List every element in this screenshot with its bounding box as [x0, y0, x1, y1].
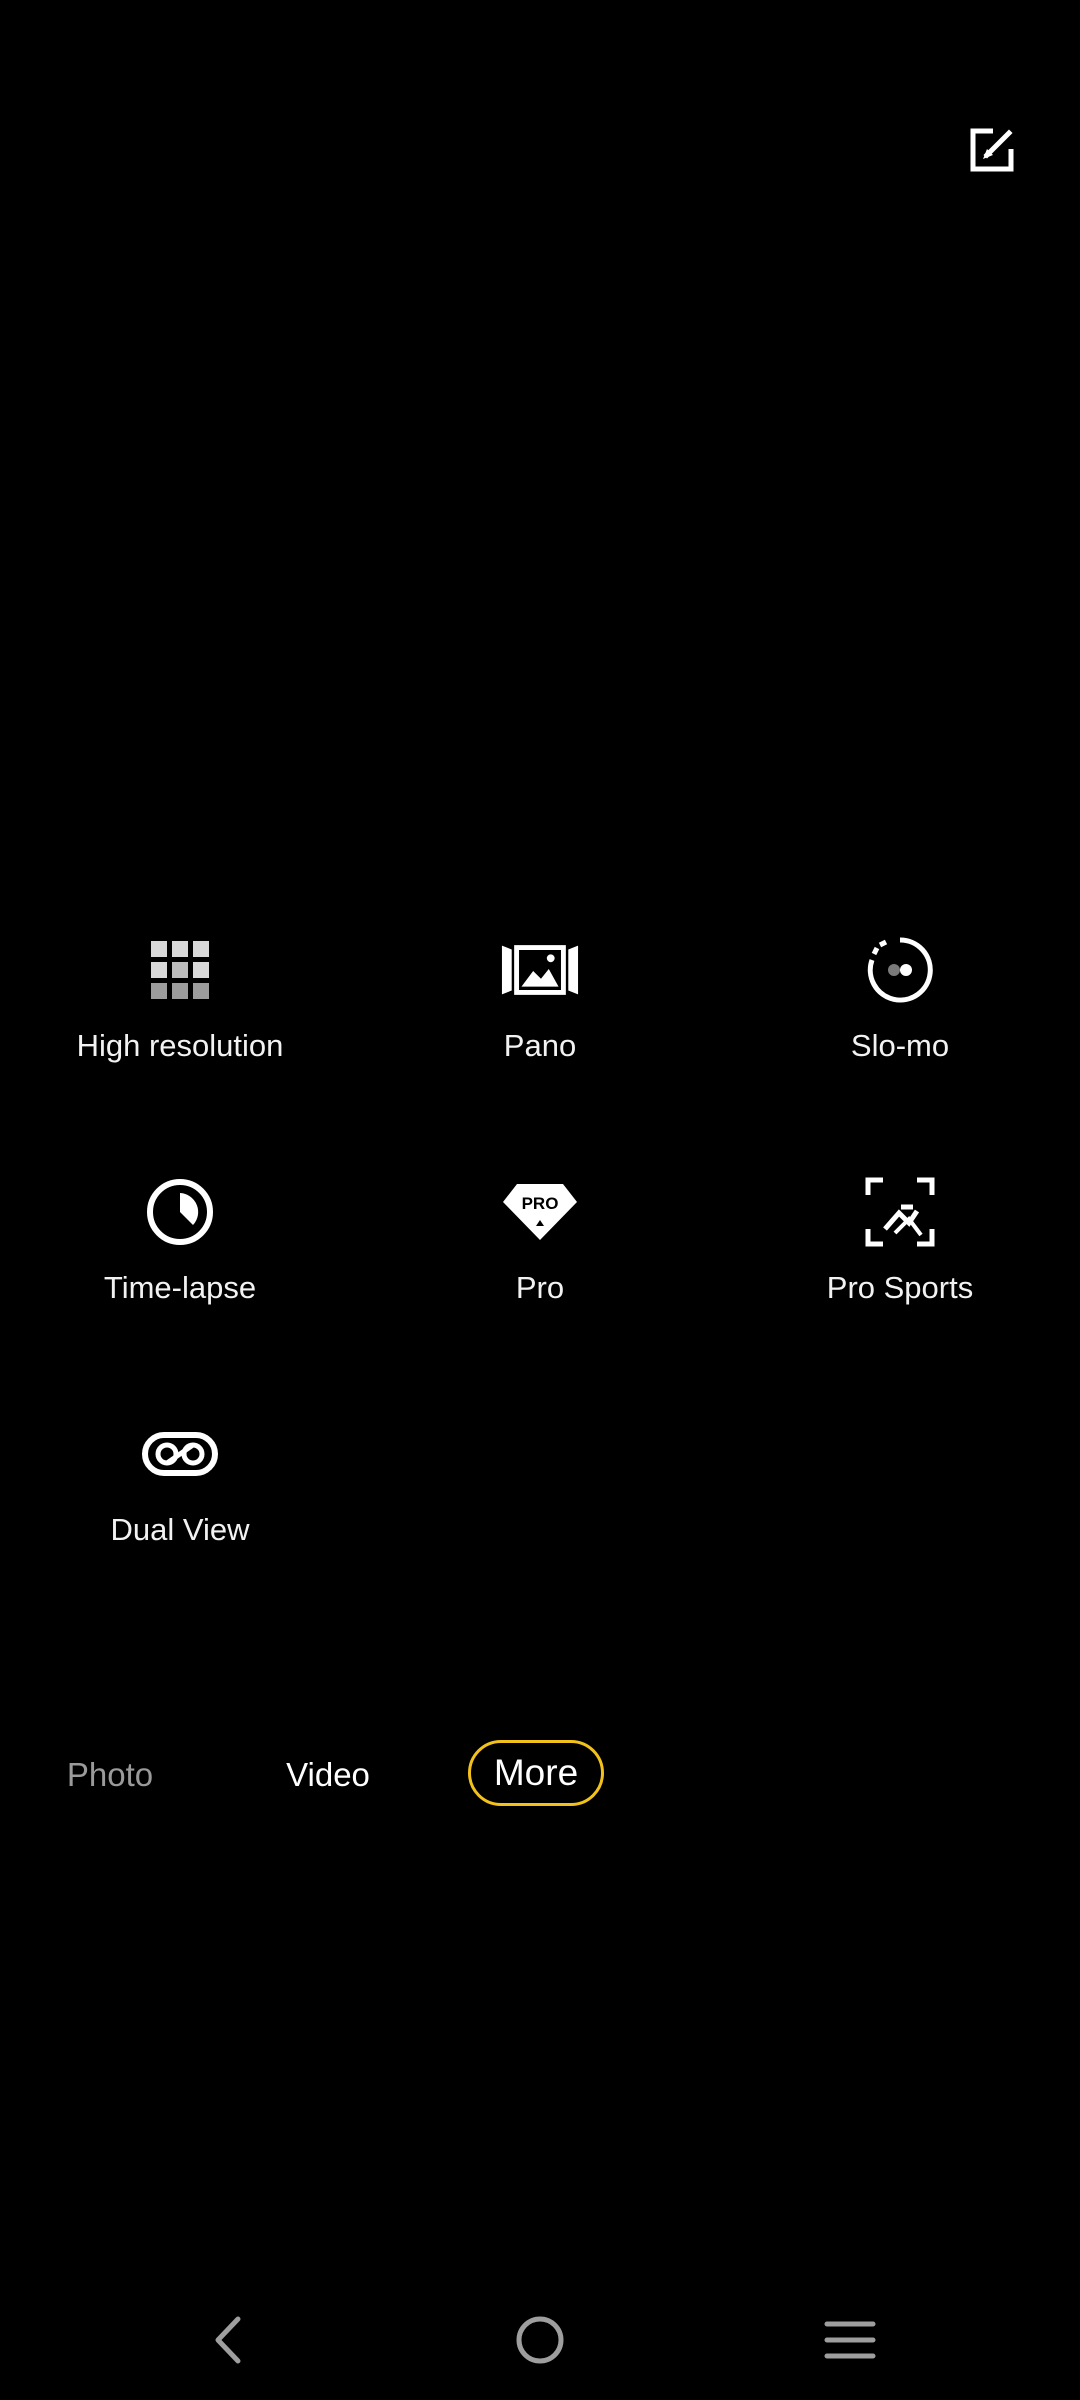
tab-more[interactable]: More	[468, 1740, 604, 1806]
tab-video[interactable]: Video	[258, 1740, 398, 1810]
recent-apps-button[interactable]	[810, 2300, 890, 2380]
mode-label-pro: Pro	[515, 1270, 565, 1305]
menu-lines-icon	[824, 2321, 876, 2359]
dual-view-icon	[140, 1414, 220, 1494]
mode-high-resolution[interactable]: High resolution	[0, 930, 360, 1172]
timer-icon	[140, 1172, 220, 1252]
home-circle-icon	[516, 2316, 564, 2364]
mode-time-lapse[interactable]: Time-lapse	[0, 1172, 360, 1414]
mode-label-high-resolution: High resolution	[76, 1028, 284, 1063]
mode-label-pro-sports: Pro Sports	[826, 1270, 974, 1305]
svg-text:PRO: PRO	[522, 1194, 559, 1213]
mode-slo-mo[interactable]: Slo-mo	[720, 930, 1080, 1172]
mode-pano[interactable]: Pano	[360, 930, 720, 1172]
tab-photo[interactable]: Photo	[40, 1740, 180, 1810]
home-button[interactable]	[500, 2300, 580, 2380]
mode-label-time-lapse: Time-lapse	[103, 1270, 257, 1305]
mode-label-slo-mo: Slo-mo	[850, 1028, 950, 1063]
sports-focus-icon	[860, 1172, 940, 1252]
grid-icon	[140, 930, 220, 1010]
edit-modes-button[interactable]	[962, 120, 1022, 180]
mode-label-pano: Pano	[503, 1028, 577, 1063]
mode-label-dual-view: Dual View	[110, 1512, 250, 1547]
mode-dual-view[interactable]: Dual View	[0, 1414, 360, 1656]
pro-badge-icon: PRO	[500, 1172, 580, 1252]
mode-pro-sports[interactable]: Pro Sports	[720, 1172, 1080, 1414]
mode-pro[interactable]: PRO Pro	[360, 1172, 720, 1414]
back-button[interactable]	[188, 2300, 268, 2380]
camera-modes-grid: High resolution Pano Slo-mo Time-lapse P…	[0, 930, 1080, 1656]
system-navigation-bar	[0, 2300, 1080, 2380]
back-chevron-icon	[215, 2316, 241, 2364]
panorama-icon	[500, 930, 580, 1010]
slow-motion-icon	[860, 930, 940, 1010]
camera-mode-tabs: Photo Video More	[0, 1740, 1080, 1820]
edit-icon	[970, 128, 1014, 172]
